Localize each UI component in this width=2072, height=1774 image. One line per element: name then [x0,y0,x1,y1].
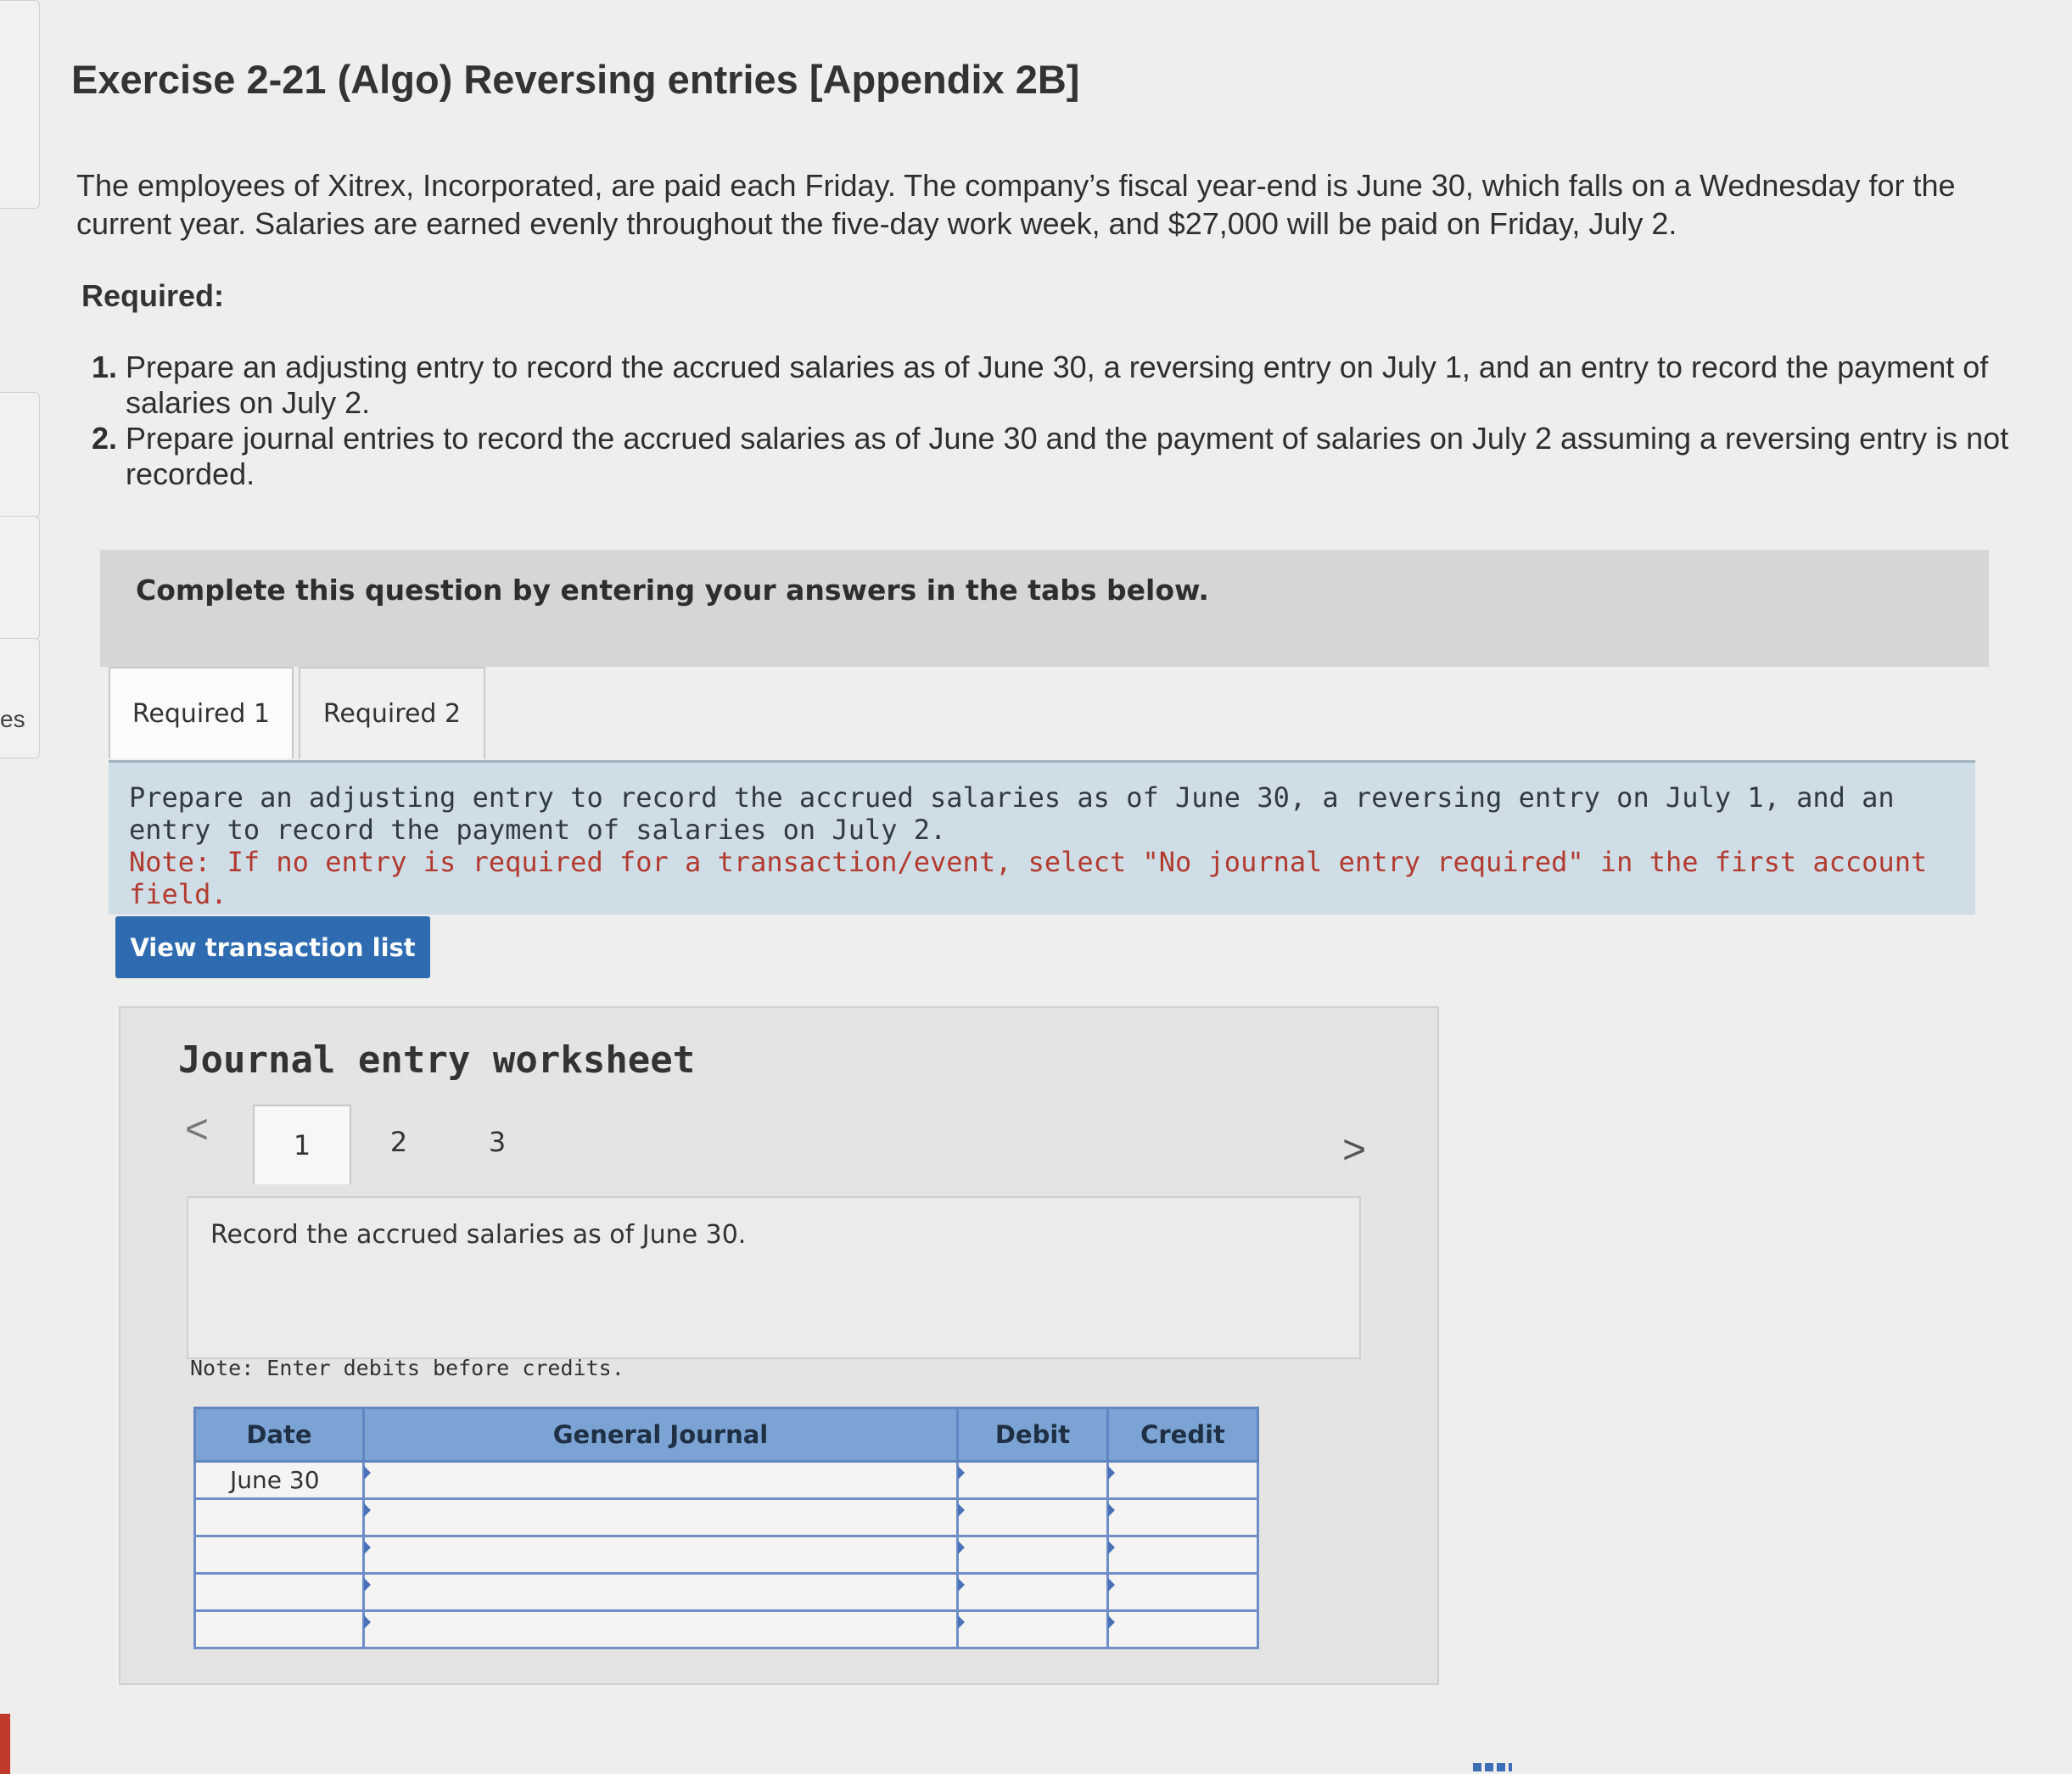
column-header-date: Date [193,1407,365,1463]
chevron-left-icon[interactable]: < [185,1106,209,1153]
date-cell[interactable] [193,1535,365,1575]
debit-input[interactable] [956,1535,1109,1575]
requirement-item: Prepare an adjusting entry to record the… [126,350,2060,421]
journal-table: Date General Journal Debit Credit June 3… [193,1407,1259,1649]
sidebar-label: es [0,706,25,732]
credit-input[interactable] [1106,1609,1259,1649]
debit-input[interactable] [956,1460,1109,1500]
sidebar-panel[interactable] [0,638,40,758]
requirement-item: Prepare journal entries to record the ac… [126,421,2060,492]
table-row: June 30 [193,1460,1259,1500]
left-sidebar-fragment: es [0,0,40,1774]
credit-input[interactable] [1106,1460,1259,1500]
chevron-right-icon[interactable]: > [1342,1127,1366,1173]
sidebar-panel [0,0,40,209]
debit-input[interactable] [956,1609,1109,1649]
worksheet-page-tab-1[interactable]: 1 [253,1105,351,1184]
date-cell[interactable] [193,1609,365,1649]
tab-required-1[interactable]: Required 1 [109,667,294,758]
instruction-text: Prepare an adjusting entry to record the… [129,781,1895,846]
worksheet-title: Journal entry worksheet [178,1038,696,1082]
credit-input[interactable] [1106,1497,1259,1537]
tab-required-2[interactable]: Required 2 [299,667,485,758]
journal-entry-worksheet: Journal entry worksheet < 1 2 3 > Record… [119,1006,1439,1685]
grid-icon[interactable] [1473,1763,1512,1771]
debit-input[interactable] [956,1497,1109,1537]
tab-instruction-panel: Prepare an adjusting entry to record the… [109,760,1975,915]
column-header-general-journal: General Journal [362,1407,959,1463]
column-header-debit: Debit [956,1407,1109,1463]
account-input[interactable] [362,1497,959,1537]
transaction-description: Record the accrued salaries as of June 3… [187,1196,1361,1359]
column-header-credit: Credit [1106,1407,1259,1463]
table-row [193,1497,1259,1537]
banner-text: Complete this question by entering your … [136,574,1209,607]
view-transaction-list-button[interactable]: View transaction list [115,916,430,978]
requirements-list: Prepare an adjusting entry to record the… [81,350,2060,492]
worksheet-page-tab-2[interactable]: 2 [350,1105,448,1179]
table-row [193,1535,1259,1575]
table-row [193,1609,1259,1649]
account-input[interactable] [362,1460,959,1500]
credit-input[interactable] [1106,1535,1259,1575]
account-input[interactable] [362,1609,959,1649]
date-cell[interactable] [193,1572,365,1612]
sidebar-panel [0,516,40,640]
sidebar-panel [0,392,40,518]
instruction-note: Note: If no entry is required for a tran… [129,846,1928,910]
debits-note: Note: Enter debits before credits. [190,1356,624,1380]
page-title: Exercise 2-21 (Algo) Reversing entries [… [71,57,1080,102]
table-row [193,1572,1259,1612]
account-input[interactable] [362,1572,959,1612]
account-input[interactable] [362,1535,959,1575]
date-cell[interactable]: June 30 [193,1460,365,1500]
red-edge-marker [0,1714,10,1774]
date-cell[interactable] [193,1497,365,1537]
debit-input[interactable] [956,1572,1109,1612]
problem-intro: The employees of Xitrex, Incorporated, a… [76,168,1956,241]
credit-input[interactable] [1106,1572,1259,1612]
worksheet-page-tab-3[interactable]: 3 [448,1105,546,1179]
required-heading: Required: [81,278,225,313]
instructions-banner: Complete this question by entering your … [100,550,1989,667]
